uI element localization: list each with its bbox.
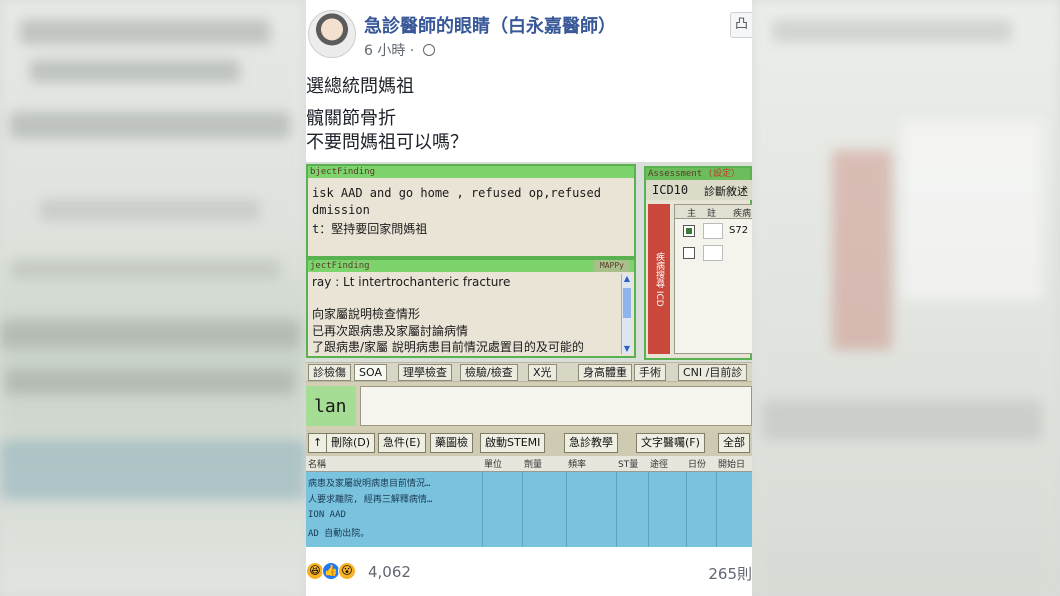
grid-divider xyxy=(482,472,483,547)
grid-divider xyxy=(716,472,717,547)
delete-button[interactable]: 刪除(D) xyxy=(326,433,376,453)
col-note: 註 xyxy=(707,209,717,219)
objective-line-4: 已再次跟病患及家屬討論病情 xyxy=(312,324,469,338)
grid-row[interactable]: ION AAD xyxy=(308,510,346,520)
icd10-label[interactable]: ICD10 xyxy=(652,183,688,197)
row2-main-checkbox[interactable] xyxy=(683,247,695,259)
col-code: 疾病 xyxy=(733,209,752,219)
grid-divider xyxy=(522,472,523,547)
reaction-count[interactable]: 4,062 xyxy=(368,563,411,581)
drug-image-button[interactable]: 藥圖檢 xyxy=(430,433,473,453)
grid-divider xyxy=(616,472,617,547)
subjective-line-1: isk AAD and go home , refused op,refused xyxy=(312,186,601,200)
post-photo[interactable]: bjectFinding isk AAD and go home , refus… xyxy=(306,162,752,547)
plan-label: lan xyxy=(314,396,347,417)
col-start-date: 開始日 xyxy=(718,460,746,470)
tab-cni[interactable]: CNI /目前診 xyxy=(678,364,748,381)
col-frequency: 頻率 xyxy=(568,460,587,470)
globe-icon xyxy=(422,44,435,56)
plan-area: lan xyxy=(306,382,752,430)
grid-row[interactable]: AD 自動出院。 xyxy=(308,526,369,539)
tab-xray[interactable]: X光 xyxy=(528,364,557,381)
meta-separator: · xyxy=(409,43,415,59)
blurred-background-left xyxy=(0,0,306,596)
post-author-name[interactable]: 急診醫師的眼睛（白永嘉醫師） xyxy=(364,12,616,38)
subjective-header: bjectFinding xyxy=(308,166,634,178)
screenshot-root: 急診醫師的眼睛（白永嘉醫師） 6 小時 · 凸 選總統問媽祖 髖關節骨折 不要問… xyxy=(0,0,1060,596)
row1-note-cell[interactable] xyxy=(703,223,723,239)
scroll-up-icon[interactable]: ▲ xyxy=(622,274,632,284)
diagnosis-grid: 主 註 疾病 S72 xyxy=(674,204,752,354)
facebook-post: 急診醫師的眼睛（白永嘉醫師） 6 小時 · 凸 選總統問媽祖 髖關節骨折 不要問… xyxy=(306,0,752,596)
objective-line-5: 了跟病患/家屬 說明病患目前情況處置目的及可能的 xyxy=(312,340,584,354)
blurred-background-right xyxy=(752,0,1060,596)
col-route: 途徑 xyxy=(650,460,669,470)
row2-note-cell[interactable] xyxy=(703,245,723,261)
disease-search-button[interactable]: 疾病搜尋 ICD xyxy=(648,204,670,354)
objective-line-3: 向家屬說明檢查情形 xyxy=(312,307,421,321)
move-up-button[interactable]: ↑ xyxy=(308,433,328,453)
objective-badge: MAPPy xyxy=(593,260,630,272)
scroll-down-icon[interactable]: ▼ xyxy=(622,344,632,354)
col-main: 主 xyxy=(687,209,697,219)
post-text-line-3: 不要問媽祖可以嗎？ xyxy=(306,132,468,153)
assessment-title: Assessment xyxy=(648,169,703,179)
activate-stemi-button[interactable]: 啟動STEMI xyxy=(480,433,546,453)
post-meta: 6 小時 · xyxy=(364,40,435,60)
grid-divider xyxy=(566,472,567,547)
diagnosis-description-label[interactable]: 診斷敘述 xyxy=(704,183,748,199)
tab-surgery[interactable]: 手術 xyxy=(634,364,666,381)
col-st: ST量 xyxy=(618,460,639,470)
row1-code[interactable]: S72 xyxy=(729,225,748,236)
reactions-bar: 😆 👍 😮 4,062 265則 xyxy=(306,560,752,584)
row1-main-checkbox[interactable] xyxy=(683,225,695,237)
er-teaching-button[interactable]: 急診教學 xyxy=(564,433,618,453)
objective-scrollbar[interactable]: ▲ ▼ xyxy=(621,274,632,354)
col-unit: 單位 xyxy=(484,460,503,470)
orders-grid: 名稱 單位 劑量 頻率 ST量 途徑 日份 開始日 病患及家屬說明病患目前情況…… xyxy=(306,456,752,547)
objective-header-label: jectFinding xyxy=(310,261,370,271)
subjective-finding-panel: bjectFinding isk AAD and go home , refus… xyxy=(306,164,636,258)
tab-height-weight[interactable]: 身高體重 xyxy=(578,364,632,381)
col-days: 日份 xyxy=(688,460,707,470)
grid-row[interactable]: 病患及家屬說明病患目前情況… xyxy=(308,476,430,489)
tab-lab-exam[interactable]: 檢驗/檢查 xyxy=(460,364,518,381)
urgent-button[interactable]: 急件(E) xyxy=(378,433,426,453)
post-text-line-2: 髖關節骨折 xyxy=(306,108,396,129)
objective-finding-panel: jectFinding MAPPy ray : Lt intertrochant… xyxy=(306,258,636,358)
subjective-line-2: dmission xyxy=(312,203,370,217)
like-page-button[interactable]: 凸 xyxy=(730,12,752,38)
tab-soa[interactable]: SOA xyxy=(354,364,387,381)
grid-divider xyxy=(686,472,687,547)
plan-label-box: lan xyxy=(306,386,356,426)
assessment-panel: Assessment (設定） ICD10 診斷敘述 疾病搜尋 ICD 主 註 … xyxy=(644,166,752,360)
thumbs-up-icon: 凸 xyxy=(734,17,748,32)
action-button-row: ↑ 刪除(D) 急件(E) 藥圖檢 啟動STEMI 急診教學 文字醫囑(F) 全… xyxy=(306,430,752,456)
tab-triage[interactable]: 診檢傷 xyxy=(308,364,351,381)
grid-row[interactable]: 人要求離院, 經再三解釋病情… xyxy=(308,492,432,505)
subjective-line-3: t：堅持要回家問媽祖 xyxy=(312,222,428,236)
all-button[interactable]: 全部 xyxy=(718,433,750,453)
assessment-header: Assessment (設定） xyxy=(646,168,750,180)
col-dose: 劑量 xyxy=(524,460,543,470)
icd-bar: ICD10 診斷敘述 xyxy=(646,180,752,200)
grid-divider xyxy=(648,472,649,547)
diagnosis-grid-header: 主 註 疾病 xyxy=(675,205,752,219)
assessment-setting-badge: (設定） xyxy=(707,169,741,179)
wow-reaction-icon[interactable]: 😮 xyxy=(338,562,356,580)
objective-header: jectFinding MAPPy xyxy=(308,260,634,272)
tab-physical-exam[interactable]: 理學檢查 xyxy=(398,364,452,381)
orders-grid-header: 名稱 單位 劑量 頻率 ST量 途徑 日份 開始日 xyxy=(306,456,752,472)
comment-count[interactable]: 265則 xyxy=(708,563,752,584)
scroll-thumb[interactable] xyxy=(623,288,631,318)
objective-line-1: ray : Lt intertrochanteric fracture xyxy=(312,275,511,289)
text-order-button[interactable]: 文字醫囑(F) xyxy=(636,433,705,453)
plan-text-input[interactable] xyxy=(360,386,752,426)
post-text-line-1: 選總統問媽祖 xyxy=(306,76,414,97)
tabs-bar: 診檢傷 SOA 理學檢查 檢驗/檢查 X光 身高體重 手術 CNI /目前診 xyxy=(306,362,752,382)
author-avatar[interactable] xyxy=(308,10,356,58)
post-timestamp[interactable]: 6 小時 xyxy=(364,43,405,59)
col-name: 名稱 xyxy=(308,460,327,470)
